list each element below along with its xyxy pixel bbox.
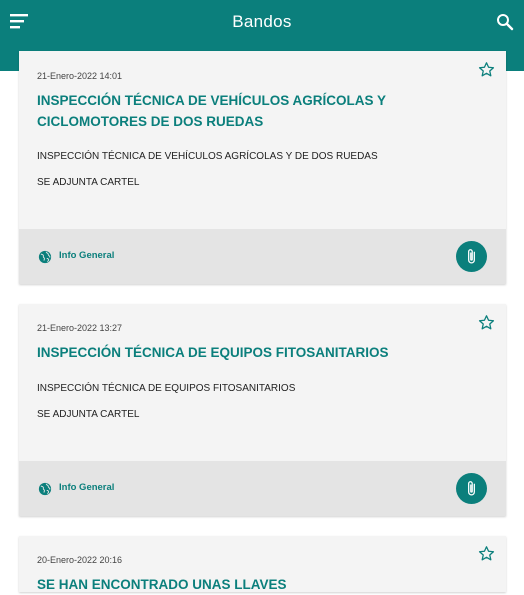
card-body-line: SE ADJUNTA CARTEL <box>37 177 140 188</box>
card-footer: Info General <box>19 229 506 284</box>
attachment-button[interactable] <box>456 241 487 272</box>
card-title-line: INSPECCIÓN TÉCNICA DE VEHÍCULOS AGRÍCOLA… <box>37 93 387 108</box>
globe-icon <box>38 482 52 496</box>
card-body-line: INSPECCIÓN TÉCNICA DE EQUIPOS FITOSANITA… <box>37 383 296 394</box>
attachment-button[interactable] <box>456 473 487 504</box>
card-body-line: INSPECCIÓN TÉCNICA DE VEHÍCULOS AGRÍCOLA… <box>37 151 378 162</box>
search-icon[interactable] <box>496 13 514 31</box>
page-title: Bandos <box>232 12 292 31</box>
star-icon[interactable] <box>478 545 495 562</box>
card-footer: Info General <box>19 461 506 516</box>
category-label: Info General <box>59 250 115 261</box>
card-body-line: SE ADJUNTA CARTEL <box>37 409 140 420</box>
card-title[interactable]: INSPECCIÓN TÉCNICA DE VEHÍCULOS AGRÍCOLA… <box>37 90 467 132</box>
bando-card[interactable]: 21-Enero-2022 14:01 INSPECCIÓN TÉCNICA D… <box>19 51 506 284</box>
card-title[interactable]: INSPECCIÓN TÉCNICA DE EQUIPOS FITOSANITA… <box>37 342 467 363</box>
bando-card[interactable]: 20-Enero-2022 20:16 SE HAN ENCONTRADO UN… <box>19 536 506 592</box>
card-date: 21-Enero-2022 13:27 <box>37 323 123 333</box>
card-body: INSPECCIÓN TÉCNICA DE VEHÍCULOS AGRÍCOLA… <box>37 144 378 196</box>
card-body: INSPECCIÓN TÉCNICA DE EQUIPOS FITOSANITA… <box>37 376 295 428</box>
card-date: 20-Enero-2022 20:16 <box>37 555 123 565</box>
card-title-line: CICLOMOTORES DE DOS RUEDAS <box>37 114 264 129</box>
paperclip-icon <box>468 481 475 496</box>
star-icon[interactable] <box>478 61 495 78</box>
paperclip-icon <box>468 249 475 264</box>
globe-icon <box>38 250 52 264</box>
star-icon[interactable] <box>478 314 495 331</box>
category-label: Info General <box>59 482 115 493</box>
bando-card[interactable]: 21-Enero-2022 13:27 INSPECCIÓN TÉCNICA D… <box>19 304 506 516</box>
card-date: 21-Enero-2022 14:01 <box>37 71 123 81</box>
card-title-line: INSPECCIÓN TÉCNICA DE EQUIPOS FITOSANITA… <box>37 345 389 360</box>
